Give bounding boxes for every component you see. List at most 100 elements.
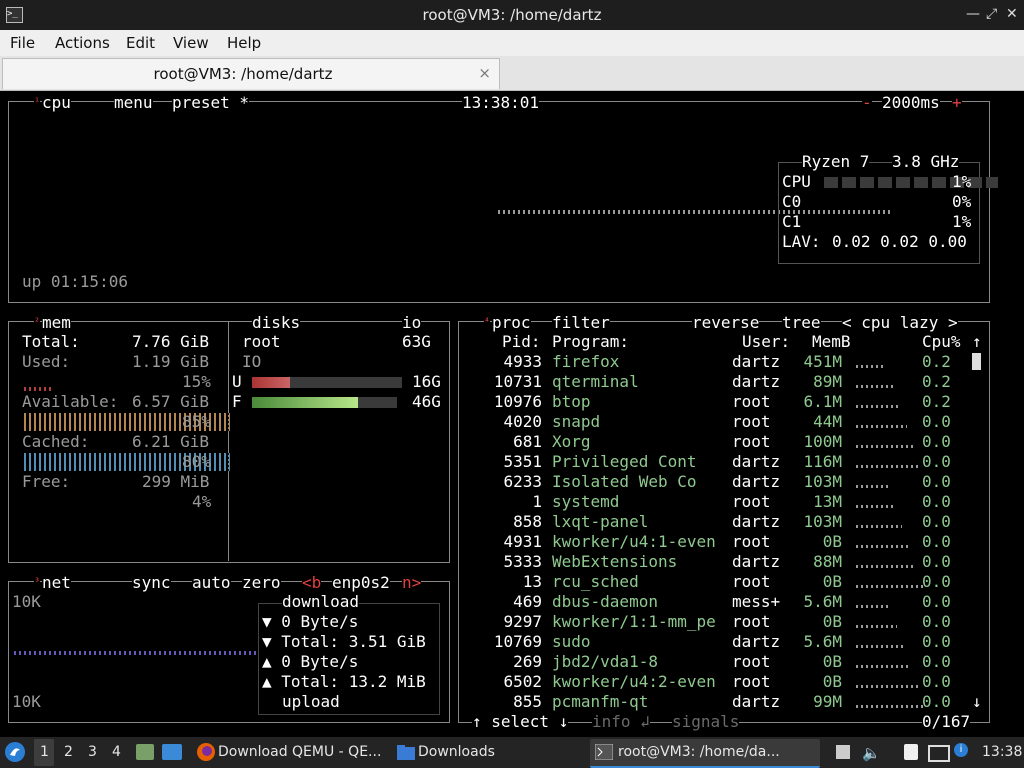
- mem-cached-percent: 80%: [182, 452, 211, 471]
- interval-increase[interactable]: +: [952, 93, 962, 113]
- mem-available-percent: 85%: [182, 412, 211, 431]
- taskbar: 1 2 3 4 Download QEMU - QE... Downloads …: [0, 737, 1024, 768]
- tab-close-icon[interactable]: ×: [478, 64, 491, 82]
- process-cpu: 0.0: [922, 452, 951, 471]
- header-user[interactable]: User:: [742, 332, 790, 352]
- net-upload-rate: ▲ 0 Byte/s: [262, 652, 359, 671]
- proc-scrollbar-thumb[interactable]: [972, 353, 981, 370]
- mem-available-label: Available:: [22, 392, 119, 411]
- proc-reverse-toggle[interactable]: reverse: [692, 313, 760, 333]
- proc-tree-toggle[interactable]: tree: [782, 313, 821, 333]
- scroll-down-icon[interactable]: ↓: [972, 692, 982, 712]
- minimize-icon[interactable]: —: [966, 6, 980, 22]
- disks-io-toggle[interactable]: io: [402, 313, 422, 333]
- header-pid[interactable]: Pid:: [502, 332, 541, 352]
- file-manager-launcher-icon[interactable]: [136, 744, 154, 760]
- terminal-area[interactable]: ¹ cpu menu preset * 13:38:01 - 2000ms + …: [0, 91, 1024, 737]
- taskbar-app-downloads[interactable]: Downloads: [392, 739, 588, 766]
- process-cpu: 0.0: [922, 412, 951, 431]
- proc-select-hint[interactable]: ↑ select ↓: [472, 712, 569, 732]
- process-memory: 0B: [822, 672, 842, 691]
- process-cpu: 0.0: [922, 492, 951, 511]
- process-memory: 0B: [822, 572, 842, 591]
- process-cpu-graph: [856, 365, 886, 368]
- interval-decrease[interactable]: -: [862, 93, 872, 113]
- volume-icon[interactable]: 🔈: [862, 744, 881, 762]
- process-cpu: 0.0: [922, 692, 951, 711]
- net-prev-interface[interactable]: <b: [302, 573, 322, 593]
- workspace-2[interactable]: 2: [64, 744, 73, 760]
- process-name: dbus-daemon: [552, 592, 658, 611]
- load-average-label: LAV:: [782, 232, 821, 251]
- proc-info-hint[interactable]: info ↲: [592, 712, 650, 732]
- clipboard-icon[interactable]: [904, 744, 918, 760]
- workspace-1[interactable]: 1: [34, 739, 54, 766]
- disk-free-bar: [252, 397, 397, 408]
- process-cpu-graph: [856, 685, 918, 688]
- info-icon[interactable]: i: [954, 743, 968, 757]
- workspace-4[interactable]: 4: [112, 744, 121, 760]
- net-zero-toggle[interactable]: zero: [242, 573, 281, 593]
- process-user: dartz: [732, 552, 781, 571]
- process-pid: 4933: [503, 352, 542, 371]
- menu-file[interactable]: File: [10, 34, 35, 52]
- panel-toggle-icon[interactable]: [836, 745, 850, 759]
- menu-edit[interactable]: Edit: [126, 34, 155, 52]
- process-user: dartz: [732, 692, 781, 711]
- process-name: systemd: [552, 492, 620, 511]
- maximize-icon[interactable]: ⤢: [986, 6, 997, 22]
- process-user: root: [732, 392, 771, 411]
- process-cpu-graph: [856, 405, 900, 408]
- cpu-preset-button[interactable]: preset *: [172, 93, 250, 113]
- start-menu-button[interactable]: [4, 739, 28, 766]
- process-pid: 5351: [503, 452, 542, 471]
- taskbar-app-terminal[interactable]: root@VM3: /home/da...: [590, 739, 820, 768]
- header-cpu[interactable]: Cpu%: [922, 332, 961, 352]
- process-cpu-graph: [856, 505, 895, 508]
- menu-view[interactable]: View: [173, 34, 209, 52]
- process-user: root: [732, 492, 771, 511]
- process-memory: 100M: [803, 432, 842, 451]
- disk-name: root: [242, 332, 281, 351]
- process-name: jbd2/vda1-8: [552, 652, 658, 671]
- process-memory: 5.6M: [803, 592, 842, 611]
- process-cpu-graph: [856, 625, 897, 628]
- close-icon[interactable]: ✕: [1006, 6, 1018, 22]
- header-program[interactable]: Program:: [552, 332, 629, 352]
- menu-help[interactable]: Help: [227, 34, 261, 52]
- process-cpu: 0.0: [922, 472, 951, 491]
- net-download-rate: ▼ 0 Byte/s: [262, 612, 359, 631]
- net-next-interface[interactable]: n>: [402, 573, 422, 593]
- process-cpu-graph: [856, 385, 893, 388]
- network-icon[interactable]: [928, 745, 950, 762]
- scroll-up-icon[interactable]: ↑: [972, 332, 982, 352]
- proc-signals-hint[interactable]: signals: [672, 712, 740, 732]
- update-interval: 2000ms: [882, 93, 940, 113]
- terminal-tab[interactable]: root@VM3: /home/dartz ×: [2, 58, 500, 89]
- taskbar-clock[interactable]: 13:38: [982, 744, 1022, 760]
- cpu-menu-button[interactable]: menu: [114, 93, 153, 113]
- net-auto-toggle[interactable]: auto: [192, 573, 231, 593]
- workspace-3[interactable]: 3: [88, 744, 97, 760]
- mem-free-percent: 4%: [192, 492, 212, 511]
- taskbar-app-firefox[interactable]: Download QEMU - QE...: [192, 739, 388, 766]
- header-mem[interactable]: MemB: [812, 332, 851, 352]
- net-scale-bottom: 10K: [12, 692, 41, 711]
- menu-bar: File Actions Edit View Help: [0, 30, 1024, 56]
- firefox-icon: [197, 743, 215, 761]
- disk-free-value: 46G: [412, 392, 441, 411]
- menu-actions[interactable]: Actions: [55, 34, 110, 52]
- cpu-label: CPU: [782, 172, 811, 191]
- tab-bar: root@VM3: /home/dartz ×: [0, 56, 1024, 91]
- mem-used-percent: 15%: [182, 372, 211, 391]
- proc-filter-button[interactable]: filter: [552, 313, 610, 333]
- show-desktop-icon[interactable]: [162, 744, 182, 760]
- process-memory: 6.1M: [803, 392, 842, 411]
- process-name: kworker/u4:1-even: [552, 532, 716, 551]
- process-cpu: 0.0: [922, 612, 951, 631]
- proc-sort-selector[interactable]: < cpu lazy >: [842, 313, 958, 333]
- net-sync-toggle[interactable]: sync: [132, 573, 171, 593]
- disk-size: 63G: [402, 332, 431, 351]
- process-pid: 10731: [493, 372, 542, 391]
- process-user: dartz: [732, 452, 781, 471]
